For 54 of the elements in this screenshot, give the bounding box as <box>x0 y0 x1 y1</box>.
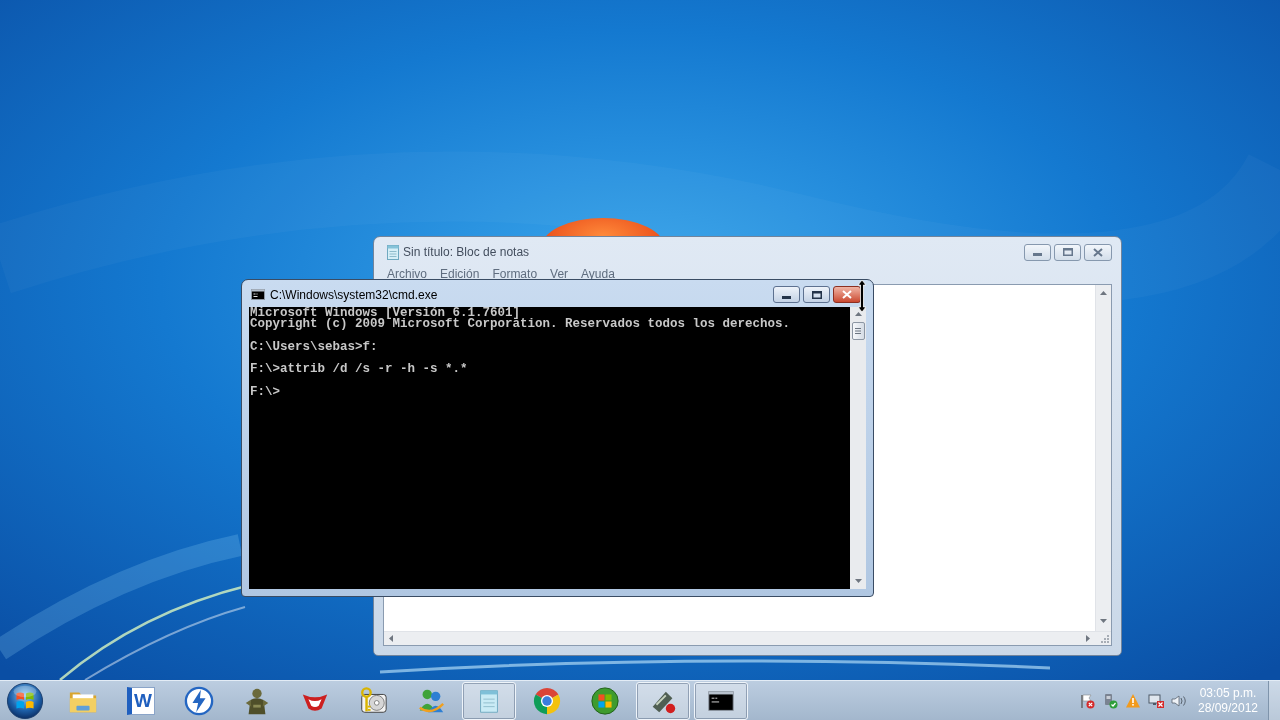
console-line: F:\> <box>250 387 280 399</box>
vertical-scrollbar[interactable] <box>850 307 866 589</box>
up-arrow-icon <box>1100 291 1107 295</box>
flag-error-icon[interactable] <box>1079 692 1095 709</box>
left-arrow-icon <box>389 635 393 642</box>
segmented-circle-icon <box>532 685 562 716</box>
console-area[interactable]: Microsoft Windows [Versión 6.1.7601] Copyright (c) 2009 Microsoft Corporation. Reservados todos los derechos. C:\Users\sebas>f: F:\>attrib /d /s -r -h -s *.* F:\> <box>249 307 850 589</box>
close-icon <box>1093 247 1103 257</box>
maximize-button[interactable] <box>803 286 830 303</box>
close-icon <box>842 290 852 299</box>
clock-time: 03:05 p.m. <box>1199 685 1257 701</box>
menu-item[interactable]: Archivo <box>383 265 431 282</box>
minimize-icon <box>782 295 791 299</box>
maximize-icon <box>1062 248 1073 256</box>
window-title: C:\Windows\system32\cmd.exe <box>270 286 438 304</box>
close-button[interactable] <box>1084 243 1112 261</box>
start-button[interactable] <box>5 680 45 720</box>
right-arrow-icon <box>1086 635 1090 642</box>
terminal-icon <box>251 289 265 300</box>
flag-orb-icon <box>590 685 620 716</box>
resize-cursor-icon <box>857 279 867 313</box>
menu-item[interactable]: Formato <box>488 265 542 282</box>
device-check-icon[interactable] <box>1102 692 1118 709</box>
scroll-thumb[interactable] <box>851 322 865 340</box>
menu-item[interactable]: Edición <box>436 265 484 282</box>
taskbar-button[interactable] <box>694 681 748 720</box>
up-arrow-icon <box>854 312 862 316</box>
start-orb-icon <box>6 681 44 720</box>
notepad-icon <box>387 244 399 260</box>
window-title: Sin título: Bloc de notas <box>403 244 530 261</box>
taskbar-button[interactable] <box>636 681 690 720</box>
horizontal-scrollbar[interactable] <box>384 631 1095 645</box>
speaker-icon[interactable] <box>1171 692 1187 709</box>
console-line: Copyright (c) 2009 Microsoft Corporation. Reservados todos los derechos. <box>250 319 791 331</box>
size-grip-icon[interactable] <box>1101 635 1109 643</box>
minimize-icon <box>1033 253 1042 256</box>
lightning-bolt-icon <box>184 685 214 716</box>
grip-lines-icon <box>855 328 861 334</box>
show-desktop-button[interactable] <box>1268 680 1280 720</box>
console-line: F:\>attrib /d /s -r -h -s *.* <box>250 364 468 376</box>
menu-item[interactable]: Ver <box>546 265 573 282</box>
maximize-icon <box>811 290 822 299</box>
menu-item[interactable]: Ayuda <box>577 265 619 282</box>
close-button[interactable] <box>833 286 861 303</box>
letter-logo: W <box>127 686 155 715</box>
key-and-disc-icon <box>358 685 388 716</box>
taskbar-button[interactable]: W <box>114 681 168 720</box>
vertical-scrollbar[interactable] <box>1095 285 1111 631</box>
monitor-error-icon[interactable] <box>1148 692 1164 709</box>
console-line: C:\Users\sebas>f: <box>250 341 378 354</box>
down-arrow-icon <box>854 579 862 583</box>
down-arrow-icon <box>1100 619 1107 623</box>
minimize-button[interactable] <box>773 286 800 303</box>
clock-date: 28/09/2012 <box>1197 700 1259 716</box>
